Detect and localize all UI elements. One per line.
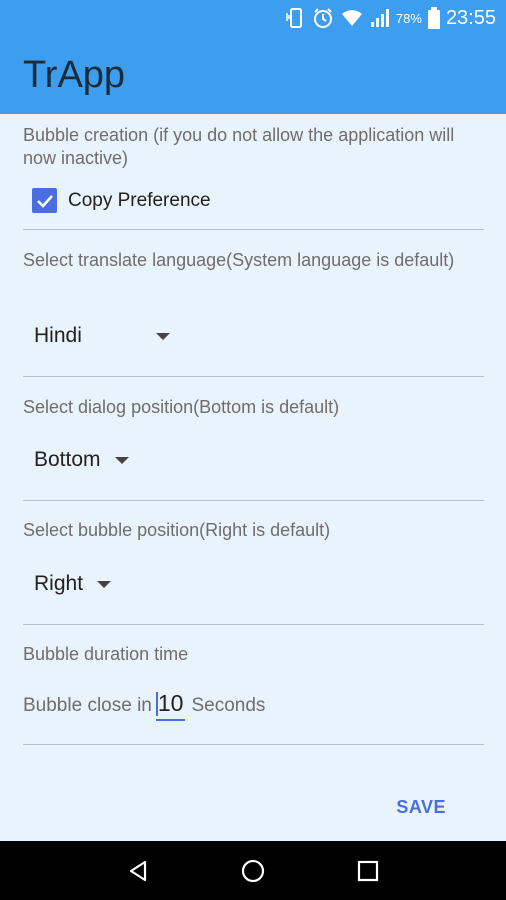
copy-preference-label: Copy Preference <box>68 189 211 211</box>
clock: 23:55 <box>445 6 496 29</box>
bubble-creation-label: Bubble creation (if you do not allow the… <box>23 125 455 168</box>
back-icon[interactable] <box>118 851 158 891</box>
dropdown-caret-icon <box>156 332 170 340</box>
signal-icon <box>370 8 392 28</box>
battery-icon <box>427 7 440 29</box>
translate-language-dropdown[interactable]: Hindi <box>34 324 170 348</box>
app-title: TrApp <box>23 54 126 96</box>
divider <box>23 500 484 501</box>
copy-preference-row[interactable]: Copy Preference <box>32 188 211 213</box>
dialog-position-dropdown[interactable]: Bottom <box>34 448 129 472</box>
battery-percent: 78% <box>395 10 422 26</box>
bubble-duration-input[interactable]: 10 <box>155 690 186 721</box>
divider <box>23 624 484 625</box>
recents-icon[interactable] <box>348 851 388 891</box>
vibrate-icon <box>284 7 306 29</box>
dialog-position-label: Select dialog position(Bottom is default… <box>23 397 340 417</box>
translate-language-value: Hindi <box>34 324 82 347</box>
dropdown-caret-icon <box>97 580 112 588</box>
alarm-icon <box>312 7 334 29</box>
dropdown-caret-icon <box>114 456 129 464</box>
check-icon <box>36 194 53 208</box>
divider <box>23 744 484 745</box>
home-icon[interactable] <box>233 851 273 891</box>
translate-language-label: Select translate language(System languag… <box>23 250 455 270</box>
bubble-close-prefix: Bubble close in <box>23 695 152 716</box>
bubble-duration-value: 10 <box>157 690 184 716</box>
status-bar: 78% 23:55 <box>0 0 506 36</box>
bubble-position-dropdown[interactable]: Right <box>34 572 112 596</box>
dialog-position-value: Bottom <box>34 448 101 471</box>
app-bar: 78% 23:55 TrApp <box>0 0 506 114</box>
navigation-bar <box>0 841 506 900</box>
settings-content: Bubble creation (if you do not allow the… <box>0 114 506 841</box>
bubble-position-label: Select bubble position(Right is default) <box>23 520 331 540</box>
bubble-duration-label: Bubble duration time <box>23 644 189 664</box>
divider <box>23 376 484 377</box>
copy-preference-checkbox[interactable] <box>32 188 57 213</box>
divider <box>23 229 484 230</box>
save-button[interactable]: SAVE <box>396 797 446 818</box>
bubble-close-suffix: Seconds <box>191 695 266 716</box>
text-cursor <box>155 692 158 716</box>
bubble-position-value: Right <box>34 572 84 595</box>
wifi-icon <box>340 8 364 28</box>
bubble-close-row: Bubble close in 10 Seconds <box>23 690 265 721</box>
